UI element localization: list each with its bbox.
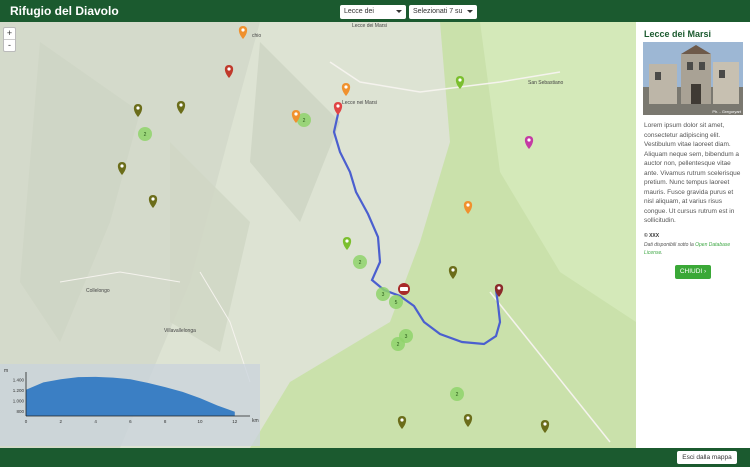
panel-description: Lorem ipsum dolor sit amet, consectetur … [644,122,741,224]
y-tick-label: 1.200 [13,388,25,393]
svg-text:2: 2 [397,342,400,348]
cluster-marker: 2 [138,127,152,141]
info-panel: Lecce dei Marsi Ph. - Gregoryart Lorem i… [636,22,750,448]
location-select[interactable]: Lecce dei Marsi [340,5,406,29]
car-icon [398,283,410,295]
svg-text:3: 3 [382,292,385,298]
x-unit: km [252,418,259,424]
svg-text:3: 3 [405,334,408,340]
label-town-nw: chio [252,33,261,39]
caret-down-icon [467,10,473,13]
svg-text:2: 2 [303,118,306,124]
cluster-marker: 2 [450,387,464,401]
cluster-marker: 2 [353,255,367,269]
svg-text:2: 2 [144,132,147,138]
y-tick-label: 1.000 [13,398,25,403]
photo-credit: Ph. - Gregoryart [712,109,741,114]
svg-text:2: 2 [359,260,362,266]
x-tick-label: 12 [232,419,238,424]
svg-text:2: 2 [456,392,459,398]
cluster-marker: 2 [391,337,405,351]
top-bar: Rifugio del Diavolo Lecce dei Marsi Sele… [0,0,750,29]
bottom-bar: Esci dalla mappa [0,448,750,467]
app-title: Rifugio del Diavolo [10,4,119,18]
caret-down-icon [396,10,402,13]
label-town-top: Lecce dei Marsi [352,23,387,29]
zoom-in-button[interactable]: + [4,28,15,40]
panel-title: Lecce dei Marsi [644,29,712,39]
y-tick-label: 1.400 [13,377,25,382]
panel-copyright: © XXX [644,233,660,239]
panel-license: Dati disponibili sotto la Open Database … [644,242,731,256]
x-tick-label: 10 [197,419,203,424]
cluster-marker: 3 [376,287,390,301]
label-town-center: Lecce nei Marsi [342,100,377,106]
zoom-out-button[interactable]: - [4,40,15,51]
label-town-w: Collelongo [86,288,110,294]
map-layer: Lecce nei Marsi chio San Sebastiano Coll… [0,22,636,448]
exit-map-button[interactable]: Esci dalla mappa [677,451,737,464]
y-tick-label: 800 [16,409,24,414]
map-canvas[interactable]: Lecce nei Marsi chio San Sebastiano Coll… [0,22,636,448]
location-photo: Ph. - Gregoryart [643,42,743,115]
chevron-right-icon: › [704,268,707,275]
y-unit: m [4,368,8,374]
filter-select[interactable]: Selezionati 7 su 7 [409,5,477,29]
label-town-ne: San Sebastiano [528,80,564,86]
cluster-marker: 5 [389,295,403,309]
svg-text:5: 5 [395,300,398,306]
close-button[interactable]: CHIUDI › [675,265,711,279]
zoom-control: + - [3,27,16,52]
elevation-chart: m km 1.4001.2001.000800 0 2 4 6 8 10 12 [0,364,260,446]
label-town-sw: Villavallelonga [164,328,196,334]
